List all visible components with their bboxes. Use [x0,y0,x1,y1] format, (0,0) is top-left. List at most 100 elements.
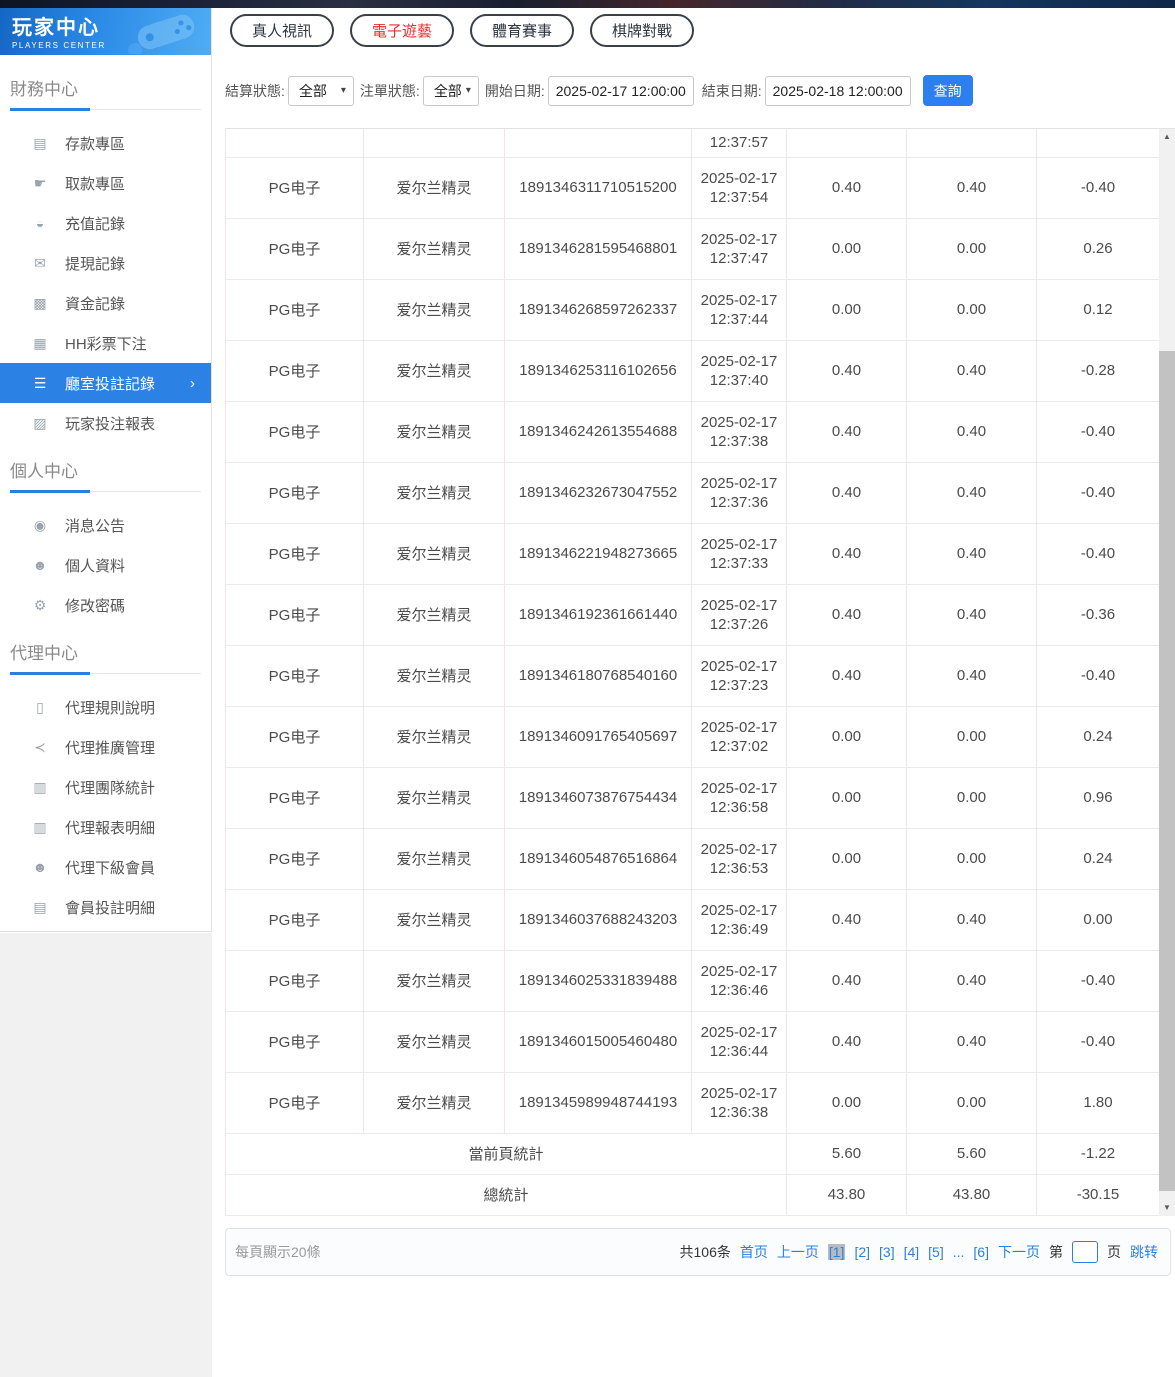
pagination-first[interactable]: 首页 [740,1242,768,1262]
sidebar-item-funds-records[interactable]: ▩ 資金記錄 [0,283,211,323]
cell-valid-bet: 0.40 [906,645,1037,707]
order-status-select[interactable]: 全部 ▾ [422,75,479,106]
table-cell [363,129,505,158]
cell-order-number: 1891346232673047552 [504,462,692,524]
report-icon: ▨ [33,414,47,431]
tab-sports-events[interactable]: 體育賽事 [470,14,575,47]
settle-status-select[interactable]: 全部 ▾ [287,75,354,106]
cell-datetime: 2025-02-17 12:37:38 [691,401,787,463]
cell-valid-bet: 0.40 [906,584,1037,646]
cell-order-number: 1891346025331839488 [504,950,692,1012]
table-cell [225,129,364,158]
sidebar-item-player-bet-report[interactable]: ▨ 玩家投注報表 [0,403,211,443]
sidebar-item-deposit-area[interactable]: ▤ 存款專區 [0,123,211,163]
scroll-down-arrow[interactable]: ▼ [1159,1200,1175,1216]
order-status-label: 注單狀態: [359,82,420,99]
cell-winloss: 0.24 [1036,828,1160,890]
start-date-input[interactable] [547,75,694,106]
cell-game-name: 爱尔兰精灵 [363,523,505,585]
cell-order-number: 1891346073876754434 [504,767,692,829]
sidebar-item-label: 代理團隊統計 [65,779,156,797]
vertical-scrollbar[interactable]: ▲ ▼ [1159,129,1175,1216]
sidebar-item-agent-report-detail[interactable]: ▥ 代理報表明細 [0,807,211,847]
cell-game-name: 爱尔兰精灵 [363,340,505,402]
table-row: PG电子 爱尔兰精灵 1891345989948744193 2025-02-17 12… [225,1072,1160,1134]
users-icon: ☻ [32,859,48,875]
sidebar-item-withdraw-area[interactable]: ☛ 取款專區 [0,163,211,203]
sidebar-item-agent-sub-members[interactable]: ☻ 代理下級會員 [0,847,211,887]
jump-button[interactable]: 跳转 [1130,1242,1158,1262]
sidebar-item-recharge-records[interactable]: ◒ 充值記錄 [0,203,211,243]
cell-game-name: 爱尔兰精灵 [363,767,505,829]
summary-bet: 5.60 [786,1133,907,1175]
search-button[interactable]: 查詢 [922,75,973,106]
cell-datetime: 2025-02-17 12:37:26 [691,584,787,646]
tab-board-card-battle[interactable]: 棋牌對戰 [590,14,695,47]
pagination-prev[interactable]: 上一页 [777,1242,819,1262]
sidebar-item-label: 玩家投注報表 [65,415,156,433]
cell-valid-bet: 0.00 [906,279,1037,341]
divider-accent [10,672,90,675]
date-line: 2025-02-17 [700,474,778,492]
cell-datetime: 2025-02-17 12:37:54 [691,157,787,219]
pagination-page-1[interactable]: [1] [827,1244,846,1260]
date-line: 2025-02-17 [700,1084,778,1102]
hand-icon: ☛ [33,174,47,191]
summary-bet: 43.80 [786,1174,907,1216]
cell-winloss: -0.28 [1036,340,1160,402]
sidebar-item-agent-promotion[interactable]: ≺ 代理推廣管理 [0,727,211,767]
cell-bet-amount: 0.40 [786,401,907,463]
sidebar-item-personal-profile[interactable]: ☻ 個人資料 [0,545,211,585]
scroll-up-arrow[interactable]: ▲ [1159,129,1175,145]
cell-game-name: 爱尔兰精灵 [363,401,505,463]
sidebar-item-agent-team-stats[interactable]: ▥ 代理團隊統計 [0,767,211,807]
sidebar-item-change-password[interactable]: ⚙ 修改密碼 [0,585,211,625]
pagination-page-4[interactable]: [4] [904,1244,920,1260]
table-row: PG电子 爱尔兰精灵 1891346073876754434 2025-02-17 12… [225,767,1160,829]
pagination-page-2[interactable]: [2] [854,1244,870,1260]
table-cell [1036,129,1160,158]
sidebar-item-withdraw-records[interactable]: ✉ 提現記錄 [0,243,211,283]
cell-bet-amount: 0.00 [786,218,907,280]
stamp-icon: ▩ [33,294,47,311]
cell-winloss: -0.40 [1036,462,1160,524]
table-cell [786,129,907,158]
time-line: 12:37:40 [709,371,769,389]
summary-winloss: -30.15 [1036,1174,1160,1216]
pagination-page-6[interactable]: [6] [973,1244,989,1260]
page-jump-input[interactable] [1072,1241,1098,1263]
table-row-partial: 12:37:57 [225,129,1160,158]
tab-live-video[interactable]: 真人視訊 [230,14,335,47]
table-row: PG电子 爱尔兰精灵 1891346242613554688 2025-02-17 12… [225,401,1160,463]
sidebar-item-member-bet-detail[interactable]: ▤ 會員投註明細 [0,887,211,927]
pagination-next[interactable]: 下一页 [998,1242,1040,1262]
cell-game-name: 爱尔兰精灵 [363,950,505,1012]
sidebar-item-announcements[interactable]: ◉ 消息公告 [0,505,211,545]
bet-records-table: 12:37:57 PG电子 爱尔兰精灵 1891346311710515200 2025… [225,128,1175,1216]
date-line: 2025-02-17 [700,779,778,797]
sidebar-item-hh-lottery-bets[interactable]: ▦ HH彩票下注 [0,323,211,363]
sidebar-item-room-bet-records[interactable]: ☰ 廳室投註記錄 › [0,363,211,403]
time-line: 12:37:23 [709,676,769,694]
order-status-value: 全部 [433,82,462,99]
pagination-ellipsis: ... [952,1244,965,1260]
doc-icon: ▯ [36,698,44,715]
pagination-page-3[interactable]: [3] [879,1244,895,1260]
sidebar-item-agent-rules[interactable]: ▯ 代理規則說明 [0,687,211,727]
cell-valid-bet: 0.40 [906,1011,1037,1073]
sidebar-item-label: 會員投註明細 [65,899,156,917]
cell-winloss: -0.40 [1036,401,1160,463]
pagination-page-5[interactable]: [5] [928,1244,944,1260]
table-row: PG电子 爱尔兰精灵 1891346037688243203 2025-02-17 12… [225,889,1160,951]
scrollbar-thumb[interactable] [1159,351,1175,1191]
sidebar-item-label: 消息公告 [65,517,126,535]
cell-valid-bet: 0.00 [906,218,1037,280]
tab-electronic-games[interactable]: 電子遊藝 [350,14,455,47]
envelope-icon: ✉ [34,254,46,271]
end-date-input[interactable] [764,75,911,106]
date-line: 2025-02-17 [700,596,778,614]
clipboard-icon: ▤ [33,898,47,915]
cell-game-name: 爱尔兰精灵 [363,645,505,707]
cell-datetime: 2025-02-17 12:37:47 [691,218,787,280]
cell-datetime: 2025-02-17 12:37:33 [691,523,787,585]
